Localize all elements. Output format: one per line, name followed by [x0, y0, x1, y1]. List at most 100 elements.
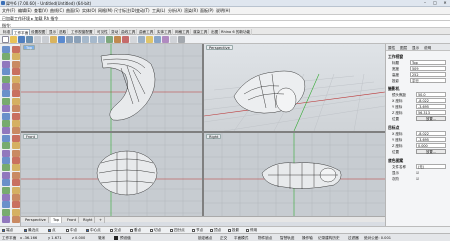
copy-icon[interactable]: [42, 36, 49, 43]
wallpaper-grayscale-checkbox[interactable]: ☑: [416, 177, 419, 181]
layer-icon[interactable]: [138, 36, 145, 43]
menu-tools[interactable]: 工具(L): [152, 8, 165, 14]
copy-tool-icon[interactable]: [12, 157, 20, 164]
menu-file[interactable]: 文件(F): [2, 8, 15, 14]
command-prompt[interactable]: 指令:: [0, 21, 450, 28]
menu-analyze[interactable]: 分析(A): [168, 8, 182, 14]
status-osnap[interactable]: 物件锁点: [258, 236, 272, 241]
curve-tool-icon[interactable]: [2, 60, 10, 68]
new-file-icon[interactable]: [2, 36, 9, 43]
camera-place-button[interactable]: 放置...: [416, 116, 446, 121]
paste-icon[interactable]: [50, 36, 57, 43]
target-y-input[interactable]: -3.695: [416, 137, 446, 142]
viewport-tab-perspective[interactable]: Perspective: [23, 217, 49, 223]
status-smarttrack[interactable]: 智慧轨迹: [280, 236, 294, 241]
line-tool-icon[interactable]: [2, 53, 10, 61]
viewport-label-right[interactable]: Right: [206, 134, 222, 139]
dimension-tool-icon[interactable]: [2, 194, 10, 201]
status-grid-snap[interactable]: 锁定格点: [198, 236, 212, 241]
field-title-value[interactable]: Top: [410, 60, 446, 65]
cut-icon[interactable]: [34, 36, 41, 43]
arc-tool-icon[interactable]: [2, 68, 10, 76]
revolve-tool-icon[interactable]: [2, 105, 10, 113]
group-tool-icon[interactable]: [2, 179, 10, 187]
boolean-union-tool-icon[interactable]: [2, 127, 10, 135]
viewport-tab-front[interactable]: Front: [65, 217, 80, 223]
box-tool-icon[interactable]: [2, 112, 10, 120]
join-tool-icon[interactable]: [2, 149, 10, 157]
extrude-tool-icon[interactable]: [12, 90, 20, 98]
snap-tool-icon[interactable]: [2, 208, 10, 216]
cplane-tool-icon[interactable]: [12, 216, 20, 224]
rectangle-tool-icon[interactable]: [2, 75, 10, 83]
menu-mesh[interactable]: 网格(M): [98, 8, 113, 14]
scale-tool-icon[interactable]: [12, 164, 20, 172]
gumball-tool-icon[interactable]: [12, 208, 20, 216]
camera-z-input[interactable]: 56.313: [416, 110, 446, 115]
cylinder-tool-icon[interactable]: [2, 120, 10, 127]
rotate-view-icon[interactable]: [74, 36, 81, 43]
menu-transform[interactable]: 变动(T): [136, 8, 150, 14]
render-tool-icon[interactable]: [12, 194, 20, 201]
patch-tool-icon[interactable]: [12, 105, 20, 113]
menu-help[interactable]: 说明(H): [216, 8, 230, 14]
loft-tool-icon[interactable]: [2, 97, 10, 105]
zoom-window-icon[interactable]: [90, 36, 97, 43]
history-tool-icon[interactable]: [12, 201, 20, 209]
camera-x-input[interactable]: -8.022: [416, 98, 446, 103]
target-x-input[interactable]: -8.022: [416, 131, 446, 136]
zoom-extents-icon[interactable]: [98, 36, 105, 43]
chamfer-tool-icon[interactable]: [12, 134, 20, 142]
viewport-top[interactable]: Top: [21, 44, 202, 131]
panel-tab-display[interactable]: 显示: [412, 46, 419, 51]
viewport-right[interactable]: Right: [204, 133, 385, 216]
maximize-button[interactable]: □: [430, 0, 440, 6]
light-icon[interactable]: [146, 36, 153, 43]
analyze-tool-icon[interactable]: [12, 186, 20, 194]
wallpaper-show-checkbox[interactable]: ☑: [416, 171, 419, 175]
status-filter[interactable]: 过滤器: [348, 236, 359, 241]
options-icon[interactable]: [170, 36, 177, 43]
menu-surface[interactable]: 曲面(S): [66, 8, 80, 14]
sphere-tool-icon[interactable]: [12, 112, 20, 120]
panel-tab-layers[interactable]: 图层: [400, 46, 407, 51]
lens-length-input[interactable]: 50.0: [416, 92, 446, 97]
fillet-tool-icon[interactable]: [2, 134, 10, 142]
target-z-input[interactable]: 0.000: [416, 143, 446, 148]
hide-tool-icon[interactable]: [12, 179, 20, 187]
status-planar[interactable]: 平面模式: [234, 236, 248, 241]
menu-render[interactable]: 渲染(R): [184, 8, 198, 14]
move-tool-icon[interactable]: [2, 157, 10, 164]
menu-view[interactable]: 查看(V): [34, 8, 48, 14]
panel-tab-help[interactable]: 说明: [424, 46, 431, 51]
text-tool-icon[interactable]: [12, 83, 20, 90]
shaded-display-icon[interactable]: [114, 36, 121, 43]
cplane-icon[interactable]: [106, 36, 113, 43]
add-viewport-tab[interactable]: +: [97, 217, 106, 223]
layout-tool-icon[interactable]: [2, 201, 10, 209]
status-layer[interactable]: 预设值: [120, 236, 131, 241]
camera-y-input[interactable]: -3.695: [416, 104, 446, 109]
select-icon[interactable]: [130, 36, 137, 43]
help-icon[interactable]: [178, 36, 185, 43]
cone-tool-icon[interactable]: [12, 120, 20, 127]
properties-icon[interactable]: [154, 36, 161, 43]
viewport-front[interactable]: Front: [21, 133, 202, 216]
close-button[interactable]: ✕: [440, 0, 450, 6]
menu-solid[interactable]: 实体(O): [82, 8, 96, 14]
open-file-icon[interactable]: [10, 36, 17, 43]
surface-tool-icon[interactable]: [2, 90, 10, 98]
polyline-tool-icon[interactable]: [12, 53, 20, 61]
select-tool-icon[interactable]: [2, 46, 10, 53]
freeform-tool-icon[interactable]: [2, 83, 10, 90]
split-tool-icon[interactable]: [2, 142, 10, 150]
status-ortho[interactable]: 正交: [220, 236, 227, 241]
save-icon[interactable]: [18, 36, 25, 43]
viewport-perspective[interactable]: Perspective: [204, 44, 385, 131]
circle-tool-icon[interactable]: [12, 60, 20, 68]
print-icon[interactable]: [26, 36, 33, 43]
menu-panels[interactable]: 面板(P): [200, 8, 214, 14]
projection-select[interactable]: 平行: [410, 78, 446, 83]
trim-tool-icon[interactable]: [12, 142, 20, 150]
target-place-button[interactable]: 放置...: [416, 149, 446, 154]
